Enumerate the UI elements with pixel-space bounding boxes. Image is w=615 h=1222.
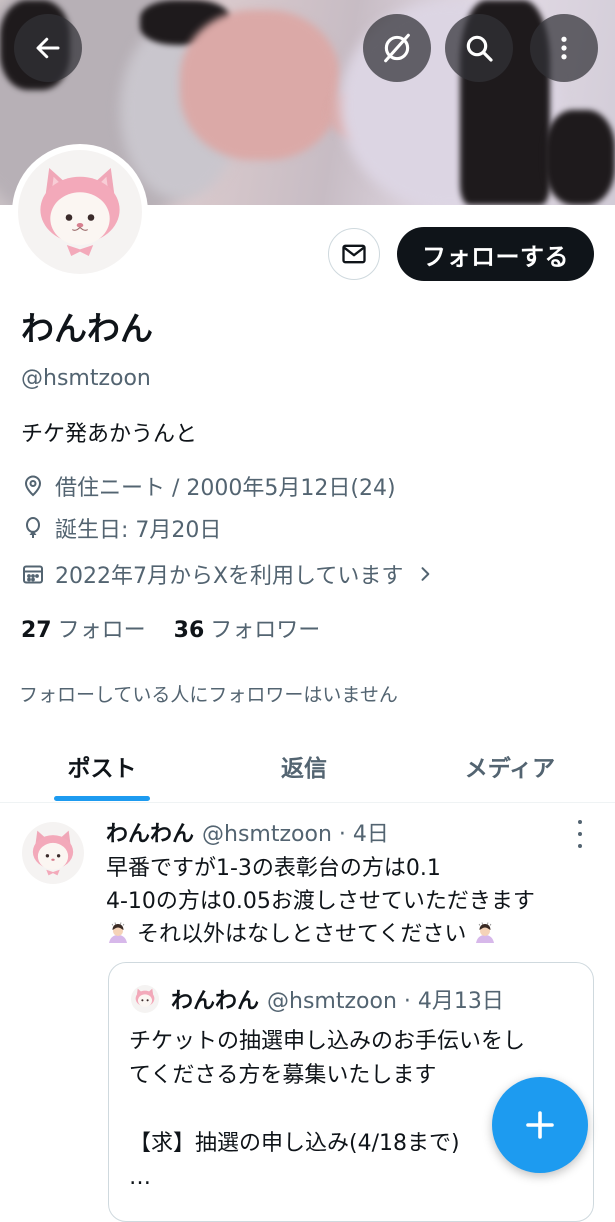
arrow-left-icon bbox=[36, 37, 60, 59]
balloon-icon bbox=[26, 517, 40, 538]
quoted-post-avatar bbox=[131, 985, 159, 1013]
profile-bio: チケ発あかうんと bbox=[21, 422, 198, 447]
grok-icon bbox=[384, 33, 410, 63]
post-text: 早番ですが1-3の表彰台の方は0.1 4-10の方は0.05お渡しさせていただき… bbox=[106, 852, 606, 951]
quoted-post-line: チケットの抽選申し込みのお手伝いをし bbox=[129, 1029, 526, 1054]
post-line: 早番ですが1-3の表彰台の方は0.1 bbox=[106, 856, 441, 881]
message-button[interactable] bbox=[328, 228, 380, 280]
cat-avatar-image bbox=[32, 830, 74, 876]
following-count: 27 bbox=[21, 618, 52, 643]
profile-joined: 2022年7月からXを利用しています bbox=[55, 564, 404, 589]
followers-link[interactable]: 36 フォロワー bbox=[174, 612, 321, 644]
profile-stats: 27 フォロー 36 フォロワー bbox=[21, 612, 348, 644]
plus-icon bbox=[526, 1111, 554, 1139]
profile-tabs: ポスト 返信 メディア bbox=[0, 730, 615, 803]
profile-location-row: 借住ニート / 2000年5月12日(24) bbox=[21, 470, 396, 502]
chevron-right-icon bbox=[421, 567, 430, 581]
post-line: 4-10の方は0.05お渡しさせていただきます bbox=[106, 889, 535, 914]
post-avatar[interactable] bbox=[22, 822, 84, 884]
profile-name: わんわん bbox=[21, 309, 153, 348]
tab-media[interactable]: メディア bbox=[428, 730, 592, 802]
location-pin-icon bbox=[24, 475, 42, 497]
post-more-button[interactable] bbox=[570, 820, 590, 848]
following-link[interactable]: 27 フォロー bbox=[21, 612, 146, 644]
bowing-person-emoji-icon bbox=[476, 922, 495, 943]
profile-birthday: 誕生日: 7月20日 bbox=[55, 518, 222, 543]
profile-avatar[interactable] bbox=[12, 144, 148, 280]
post-line-with-emoji: それ以外はなしとさせてください bbox=[106, 918, 606, 951]
post-author-name[interactable]: わんわん bbox=[106, 816, 194, 848]
tab-active-indicator bbox=[54, 796, 150, 801]
mail-icon bbox=[342, 244, 366, 264]
search-button[interactable] bbox=[445, 14, 513, 82]
followers-count: 36 bbox=[173, 618, 205, 643]
more-vertical-icon bbox=[561, 36, 567, 60]
more-button[interactable] bbox=[530, 14, 598, 82]
profile-location: 借住ニート / 2000年5月12日(24) bbox=[55, 476, 396, 501]
grok-button[interactable] bbox=[363, 14, 431, 82]
quoted-post-author-name: わんわん bbox=[171, 989, 260, 1014]
follow-button[interactable]: フォローする bbox=[397, 227, 594, 281]
compose-post-button[interactable] bbox=[492, 1077, 588, 1173]
back-button[interactable] bbox=[14, 14, 82, 82]
quoted-post-meta: @hsmtzoon · 4月13日 bbox=[267, 989, 504, 1014]
tab-posts[interactable]: ポスト bbox=[20, 730, 184, 802]
quoted-post-header: わんわん @hsmtzoon · 4月13日 bbox=[131, 983, 504, 1015]
search-icon bbox=[466, 35, 493, 62]
post-header: わんわん @hsmtzoon · 4日 bbox=[106, 816, 389, 848]
profile-handle: @hsmtzoon bbox=[21, 366, 151, 391]
cat-avatar-image bbox=[135, 988, 155, 1007]
cat-avatar-image bbox=[40, 168, 120, 256]
tab-replies[interactable]: 返信 bbox=[222, 730, 386, 802]
calendar-icon bbox=[23, 565, 43, 584]
following-label: フォロー bbox=[57, 618, 146, 643]
followers-you-know: フォローしている人にフォロワーはいません bbox=[19, 684, 398, 706]
profile-birthday-row: 誕生日: 7月20日 bbox=[21, 512, 221, 544]
profile-joined-row[interactable]: 2022年7月からXを利用しています bbox=[21, 558, 445, 590]
followers-label: フォロワー bbox=[210, 618, 321, 643]
post-meta: @hsmtzoon · 4日 bbox=[202, 822, 389, 847]
post-line: それ以外はなしとさせてください bbox=[137, 922, 467, 947]
bowing-person-emoji-icon bbox=[109, 922, 127, 943]
